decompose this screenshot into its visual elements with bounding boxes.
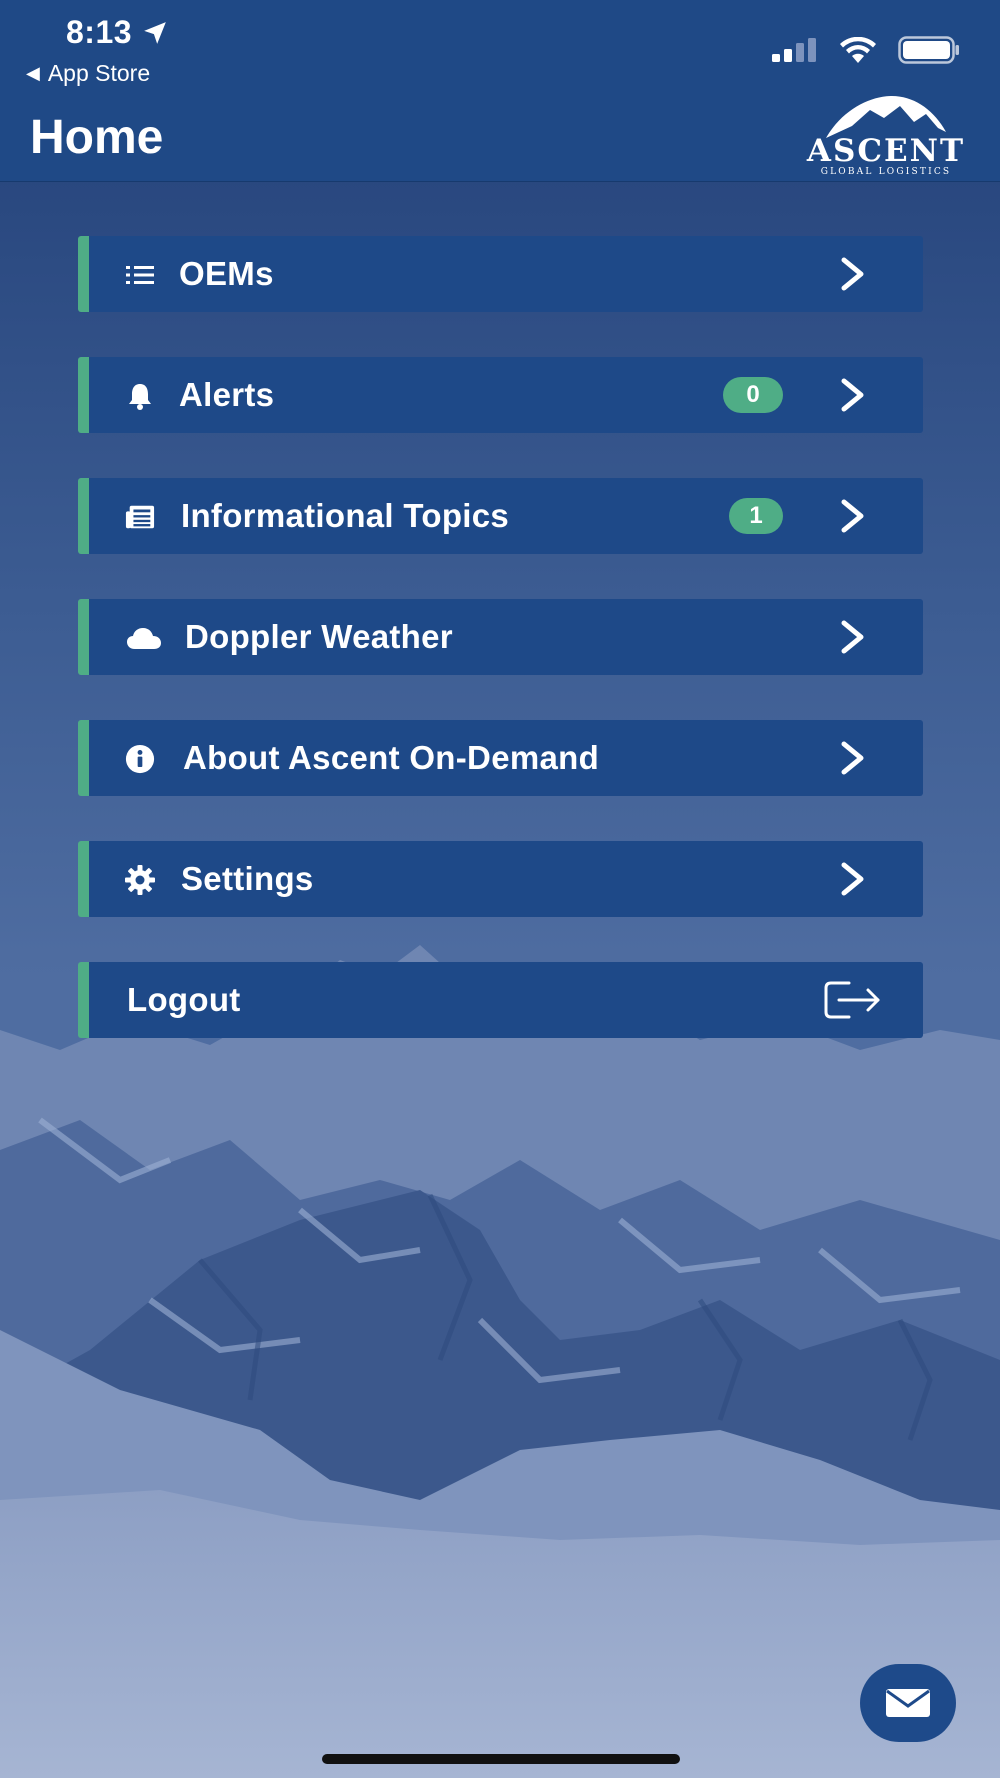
status-time: 8:13 [66,14,168,51]
status-time-text: 8:13 [66,14,133,50]
cloud-icon [125,623,163,653]
mail-icon [886,1689,930,1717]
menu-item-alerts[interactable]: Alerts 0 [78,357,923,433]
info-icon [125,744,155,774]
contact-mail-button[interactable] [860,1664,956,1742]
chevron-right-icon [841,741,864,775]
menu-item-informational-topics[interactable]: Informational Topics 1 [78,478,923,554]
count-badge: 1 [729,498,783,534]
menu-item-settings[interactable]: Settings [78,841,923,917]
ascent-logo: ASCENT GLOBAL LOGISTICS [798,92,974,180]
menu-item-label: OEMs [179,255,274,292]
count-badge: 0 [723,377,783,413]
newspaper-icon [125,502,155,532]
gear-icon [125,865,155,895]
chevron-right-icon [841,378,864,412]
chevron-right-icon [841,499,864,533]
logout-icon [824,981,880,1019]
logout-label: Logout [127,981,241,1018]
chevron-right-icon [841,257,864,291]
menu-item-label: About Ascent On-Demand [183,739,600,776]
cellular-signal-icon [772,38,816,62]
location-arrow-icon [144,21,166,44]
page-title: Home [30,111,164,164]
menu-item-doppler-weather[interactable]: Doppler Weather [78,599,923,675]
list-icon [125,260,155,290]
home-indicator[interactable] [322,1754,680,1764]
logo-tagline: GLOBAL LOGISTICS [820,167,952,177]
chevron-right-icon [841,620,864,654]
back-app-label: App Store [47,60,151,86]
menu-item-label: Alerts [179,376,275,413]
back-to-app-store[interactable]: ◀ App Store [26,60,150,87]
wifi-icon [840,37,876,63]
menu-item-about-ascent[interactable]: About Ascent On-Demand [78,720,923,796]
bell-icon [125,381,155,411]
chevron-right-icon [841,862,864,896]
battery-icon [898,36,959,64]
back-triangle-icon: ◀ [26,63,40,83]
menu-item-label: Settings [181,860,314,897]
menu-item-oems[interactable]: OEMs [78,236,923,312]
logout-button[interactable]: Logout [78,962,923,1038]
logo-wordmark: ASCENT [806,133,966,169]
app-header: 8:13 ◀ App Store Home ASCENT GLOBAL LOGI… [0,0,1000,182]
menu-item-label: Doppler Weather [185,618,453,655]
status-indicators [772,36,960,64]
menu-item-label: Informational Topics [181,497,510,534]
